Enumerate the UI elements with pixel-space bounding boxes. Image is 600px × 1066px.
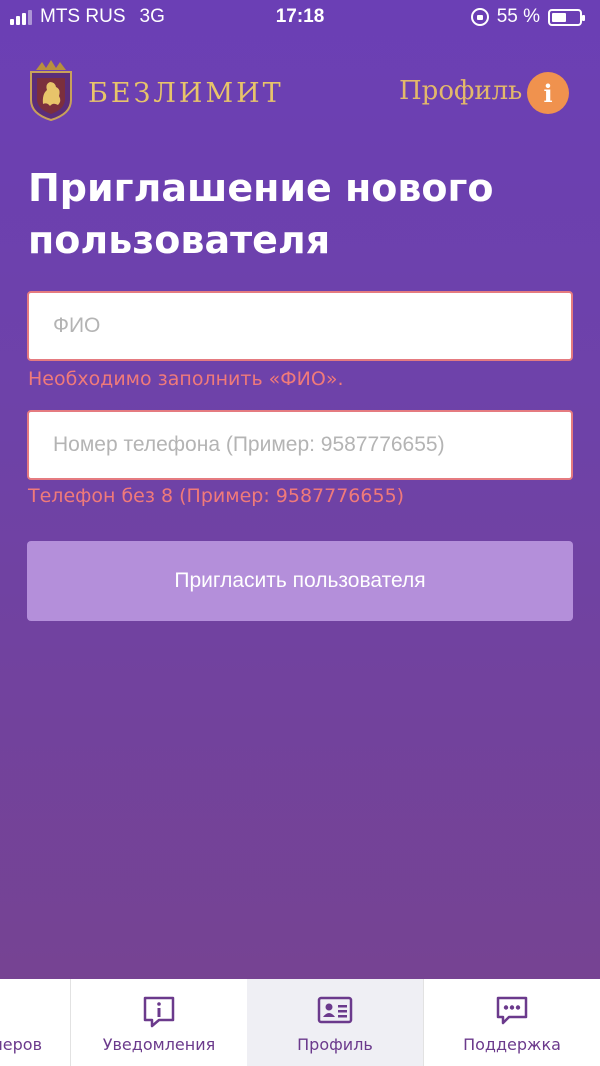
notification-icon bbox=[143, 996, 175, 1028]
phone-hint-message: Телефон без 8 (Пример: 9587776655) bbox=[28, 485, 405, 507]
brand-name: БЕЗЛИМИТ bbox=[88, 78, 284, 109]
info-button[interactable]: i bbox=[527, 72, 569, 114]
tab-profile[interactable]: Профиль bbox=[247, 979, 423, 1066]
fio-field[interactable] bbox=[27, 291, 573, 361]
tab-partial[interactable]: меров bbox=[0, 979, 70, 1066]
status-bar: MTS RUS 3G 17:18 55 % bbox=[0, 0, 600, 36]
tab-label: Профиль bbox=[297, 1035, 373, 1054]
tab-label: Поддержка bbox=[463, 1035, 561, 1054]
battery-icon bbox=[548, 8, 585, 26]
tab-label: меров bbox=[0, 1035, 42, 1054]
profile-link[interactable]: Профиль bbox=[399, 76, 522, 106]
orientation-lock-icon bbox=[470, 8, 489, 26]
tab-label: Уведомления bbox=[102, 1035, 216, 1054]
fio-input[interactable] bbox=[29, 293, 571, 359]
app-header: БЕЗЛИМИТ Профиль i bbox=[0, 50, 600, 140]
profile-card-icon bbox=[317, 996, 353, 1024]
tab-bar: меров Уведомления Профиль Поддержка bbox=[0, 979, 600, 1066]
page-title: Приглашение нового пользователя bbox=[28, 166, 494, 262]
status-right: 55 % bbox=[470, 6, 585, 28]
crest-logo-icon[interactable] bbox=[28, 56, 74, 122]
battery-percent: 55 % bbox=[496, 6, 540, 27]
phone-field[interactable] bbox=[27, 410, 573, 480]
phone-input[interactable] bbox=[29, 412, 571, 478]
fio-error-message: Необходимо заполнить «ФИО». bbox=[28, 368, 344, 390]
tab-notifications[interactable]: Уведомления bbox=[70, 979, 247, 1066]
chat-icon bbox=[496, 996, 528, 1025]
tab-support[interactable]: Поддержка bbox=[423, 979, 600, 1066]
info-icon: i bbox=[543, 78, 553, 108]
invite-user-button[interactable]: Пригласить пользователя bbox=[27, 541, 573, 621]
